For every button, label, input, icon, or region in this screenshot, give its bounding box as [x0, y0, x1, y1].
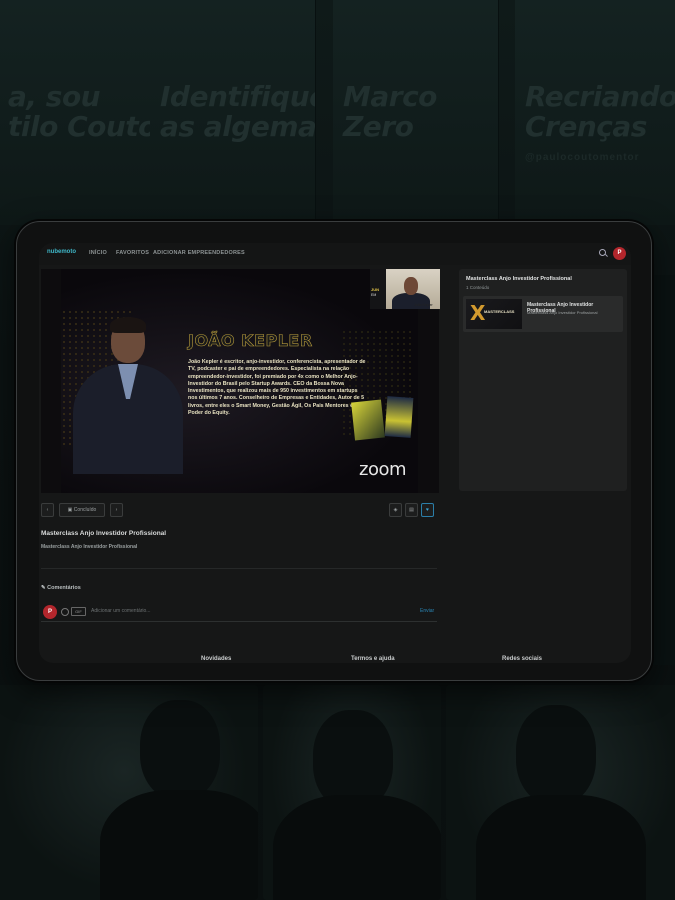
comments-header: ✎ Comentários: [41, 585, 81, 591]
pip-label: EM: [371, 293, 377, 297]
list-icon[interactable]: ▤: [405, 503, 418, 517]
background-photo-3: [446, 685, 675, 900]
nav-add-entrepreneurs[interactable]: ADICIONAR EMPREENDEDORES: [153, 250, 245, 256]
poster-title: a, sou tilo Couto: [8, 80, 157, 143]
emoji-icon[interactable]: [61, 608, 69, 616]
poster-subtitle: @paulocoutomentor: [525, 152, 640, 163]
comment-composer: P GIF Adicionar um comentário... Enviar: [41, 603, 437, 622]
footer-terms-link[interactable]: Termos e ajuda: [351, 656, 395, 662]
lesson-title: Masterclass Anjo Investidor Profissional: [41, 530, 167, 537]
mark-done-label: Concluído: [73, 507, 97, 513]
playlist-item-subtitle: Masterclass Anjo Investidor Profissional: [527, 310, 598, 315]
bookmark-icon[interactable]: ◈: [389, 503, 402, 517]
lesson-controls: ‹ ▣ Concluído › ◈ ▤ ♥: [39, 501, 439, 517]
nav-home[interactable]: INÍCIO: [89, 250, 107, 256]
lesson-subtitle: Masterclass Anjo Investidor Profissional: [41, 544, 138, 550]
background-side-panel: [650, 275, 675, 665]
user-avatar[interactable]: P: [613, 247, 626, 260]
top-nav-bar: nubemoto INÍCIO FAVORITOS ADICIONAR EMPR…: [39, 243, 631, 265]
playlist-title: Masterclass Anjo Investidor Profissional: [466, 276, 572, 282]
pip-name: João Kepler: [414, 303, 433, 307]
commenter-avatar: P: [43, 605, 57, 619]
tablet-frame: nubemoto INÍCIO FAVORITOS ADICIONAR EMPR…: [16, 221, 652, 681]
background-poster-2: Identifique as algemas: [150, 0, 316, 225]
mark-done-button[interactable]: ▣ Concluído: [59, 503, 105, 517]
divider: [41, 568, 437, 569]
background-poster-1: a, sou tilo Couto: [0, 0, 164, 225]
nav-favorites[interactable]: FAVORITOS: [116, 250, 149, 256]
poster-title: Recriando Crenças: [525, 80, 675, 143]
playlist-item[interactable]: X MASTERCLASS Masterclass Anjo Investido…: [463, 296, 623, 332]
slide-body: João Kepler é escritor, anjo-investidor,…: [188, 359, 366, 417]
background-photo-2: [263, 685, 441, 900]
prev-lesson-button[interactable]: ‹: [41, 503, 54, 517]
video-frame: JOÃO KEPLER João Kepler é escritor, anjo…: [61, 269, 418, 493]
playlist-count: 1 Conteúdo: [466, 285, 490, 290]
playlist-item-thumbnail: X MASTERCLASS: [466, 299, 522, 329]
search-icon[interactable]: [599, 249, 606, 256]
video-player[interactable]: JOÃO KEPLER João Kepler é escritor, anjo…: [41, 269, 440, 493]
book-cover: [351, 399, 385, 441]
poster-title: Identifique as algemas: [160, 80, 316, 143]
background-photo-1: [0, 685, 258, 900]
pip-label: JUN: [371, 287, 380, 292]
footer-news-link[interactable]: Novidades: [201, 656, 231, 662]
next-lesson-button[interactable]: ›: [110, 503, 123, 517]
zoom-watermark: zoom: [359, 459, 407, 480]
send-comment-button[interactable]: Enviar: [420, 608, 434, 614]
gif-button[interactable]: GIF: [71, 607, 86, 616]
background-poster-4: Recriando Crenças @paulocoutomentor: [515, 0, 675, 225]
background-poster-3: Marco Zero: [333, 0, 499, 225]
favorite-icon[interactable]: ♥: [421, 503, 434, 517]
page-footer: Novidades Termos e ajuda Redes sociais: [39, 655, 631, 663]
speaker-hair: [110, 317, 146, 333]
footer-social-link[interactable]: Redes sociais: [502, 656, 542, 662]
app-logo[interactable]: nubemoto: [47, 249, 76, 255]
app-screen: nubemoto INÍCIO FAVORITOS ADICIONAR EMPR…: [39, 243, 631, 663]
poster-title: Marco Zero: [343, 80, 437, 143]
playlist-sidebar: Masterclass Anjo Investidor Profissional…: [459, 269, 627, 491]
slide-title: JOÃO KEPLER: [188, 331, 313, 351]
book-cover: [384, 396, 414, 438]
picture-in-picture: JUN EM João Kepler: [370, 269, 440, 309]
comment-input[interactable]: Adicionar um comentário...: [91, 608, 150, 614]
